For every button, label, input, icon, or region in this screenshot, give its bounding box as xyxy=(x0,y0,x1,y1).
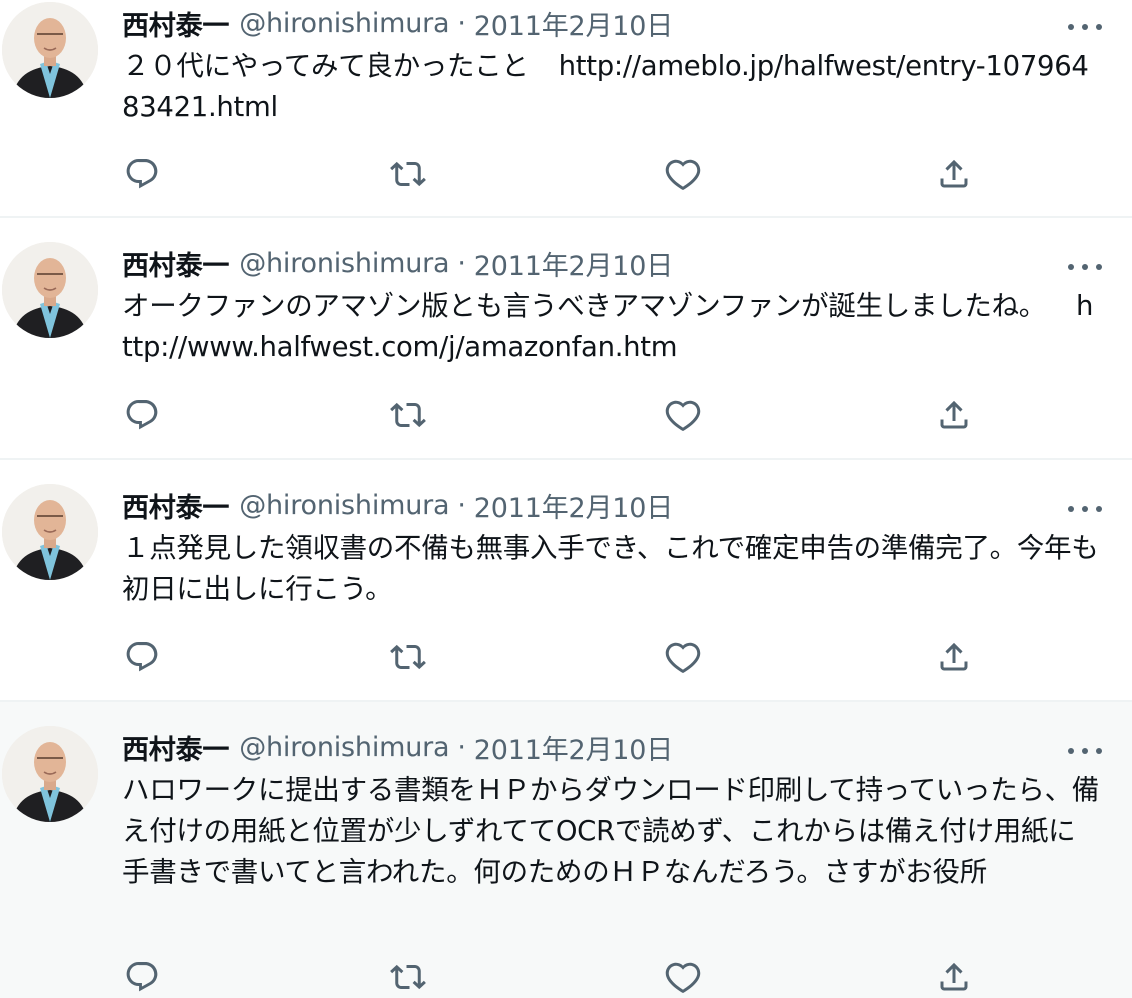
tweet-date[interactable]: 2011年2月10日 xyxy=(474,728,673,767)
share-button[interactable] xyxy=(934,957,974,997)
tweet[interactable]: 西村泰一 @hironishimura · 2011年2月10日 ２０代にやって… xyxy=(0,0,1132,218)
reply-icon xyxy=(126,962,158,992)
heart-icon xyxy=(665,400,701,432)
reply-icon xyxy=(126,642,158,672)
tweet-actions xyxy=(122,154,1132,194)
tweet-header: 西村泰一 @hironishimura · 2011年2月10日 xyxy=(122,728,1102,766)
retweet-icon xyxy=(390,964,426,990)
heart-icon xyxy=(665,962,701,994)
tweet[interactable]: 西村泰一 @hironishimura · 2011年2月10日 ハロワークに提… xyxy=(0,702,1132,998)
retweet-icon xyxy=(390,644,426,670)
retweet-icon xyxy=(390,161,426,187)
author-handle[interactable]: @hironishimura xyxy=(239,8,449,39)
tweet-body: ２０代にやってみて良かったこと xyxy=(122,50,529,82)
tweet-actions xyxy=(122,957,1132,997)
like-button[interactable] xyxy=(663,154,703,194)
more-icon[interactable] xyxy=(1068,504,1102,514)
share-icon xyxy=(940,962,968,991)
like-button[interactable] xyxy=(663,395,703,435)
tweet[interactable]: 西村泰一 @hironishimura · 2011年2月10日 １点発見した領… xyxy=(0,460,1132,702)
avatar[interactable] xyxy=(2,726,98,822)
retweet-button[interactable] xyxy=(388,395,428,435)
share-icon xyxy=(940,642,968,671)
author-name[interactable]: 西村泰一 xyxy=(122,244,229,283)
more-icon[interactable] xyxy=(1068,746,1102,756)
reply-icon xyxy=(126,159,158,189)
author-name[interactable]: 西村泰一 xyxy=(122,486,229,525)
like-button[interactable] xyxy=(663,957,703,997)
more-icon[interactable] xyxy=(1068,22,1102,32)
heart-icon xyxy=(665,159,701,191)
retweet-button[interactable] xyxy=(388,637,428,677)
author-name[interactable]: 西村泰一 xyxy=(122,728,229,767)
tweet-date[interactable]: 2011年2月10日 xyxy=(474,486,673,525)
share-button[interactable] xyxy=(934,637,974,677)
tweet-actions xyxy=(122,637,1132,677)
retweet-button[interactable] xyxy=(388,957,428,997)
separator-dot: · xyxy=(457,489,466,521)
tweet-body: オークファンのアマゾン版とも言うべきアマゾンファンが誕生しましたね。 xyxy=(122,290,1046,322)
heart-icon xyxy=(665,642,701,674)
reply-button[interactable] xyxy=(122,637,162,677)
reply-button[interactable] xyxy=(122,154,162,194)
tweet-header: 西村泰一 @hironishimura · 2011年2月10日 xyxy=(122,486,1102,524)
tweet-text: ２０代にやってみて良かったこと http://ameblo.jp/halfwest… xyxy=(122,46,1102,128)
share-icon xyxy=(940,400,968,429)
tweet-date[interactable]: 2011年2月10日 xyxy=(474,244,673,283)
tweet-feed: 西村泰一 @hironishimura · 2011年2月10日 ２０代にやって… xyxy=(0,0,1132,998)
separator-dot: · xyxy=(457,247,466,279)
separator-dot: · xyxy=(457,731,466,763)
reply-button[interactable] xyxy=(122,395,162,435)
avatar[interactable] xyxy=(2,484,98,580)
avatar[interactable] xyxy=(2,2,98,98)
separator-dot: · xyxy=(457,7,466,39)
tweet-text: ハロワークに提出する書類をＨＰからダウンロード印刷して持っていったら、備え付けの… xyxy=(122,774,1099,888)
tweet-date[interactable]: 2011年2月10日 xyxy=(474,4,673,43)
tweet-header: 西村泰一 @hironishimura · 2011年2月10日 xyxy=(122,244,1102,282)
author-handle[interactable]: @hironishimura xyxy=(239,248,449,279)
avatar[interactable] xyxy=(2,242,98,338)
retweet-icon xyxy=(390,402,426,428)
share-icon xyxy=(940,159,968,188)
tweet[interactable]: 西村泰一 @hironishimura · 2011年2月10日 オークファンの… xyxy=(0,218,1132,460)
author-name[interactable]: 西村泰一 xyxy=(122,4,229,43)
tweet-actions xyxy=(122,395,1132,435)
author-handle[interactable]: @hironishimura xyxy=(239,490,449,521)
reply-icon xyxy=(126,400,158,430)
tweet-text: オークファンのアマゾン版とも言うべきアマゾンファンが誕生しましたね。 http:/… xyxy=(122,286,1102,368)
share-button[interactable] xyxy=(934,395,974,435)
more-icon[interactable] xyxy=(1068,262,1102,272)
tweet-header: 西村泰一 @hironishimura · 2011年2月10日 xyxy=(122,4,1102,42)
like-button[interactable] xyxy=(663,637,703,677)
author-handle[interactable]: @hironishimura xyxy=(239,732,449,763)
retweet-button[interactable] xyxy=(388,154,428,194)
reply-button[interactable] xyxy=(122,957,162,997)
share-button[interactable] xyxy=(934,154,974,194)
tweet-text: １点発見した領収書の不備も無事入手でき、これで確定申告の準備完了。今年も初日に出… xyxy=(122,532,1099,605)
